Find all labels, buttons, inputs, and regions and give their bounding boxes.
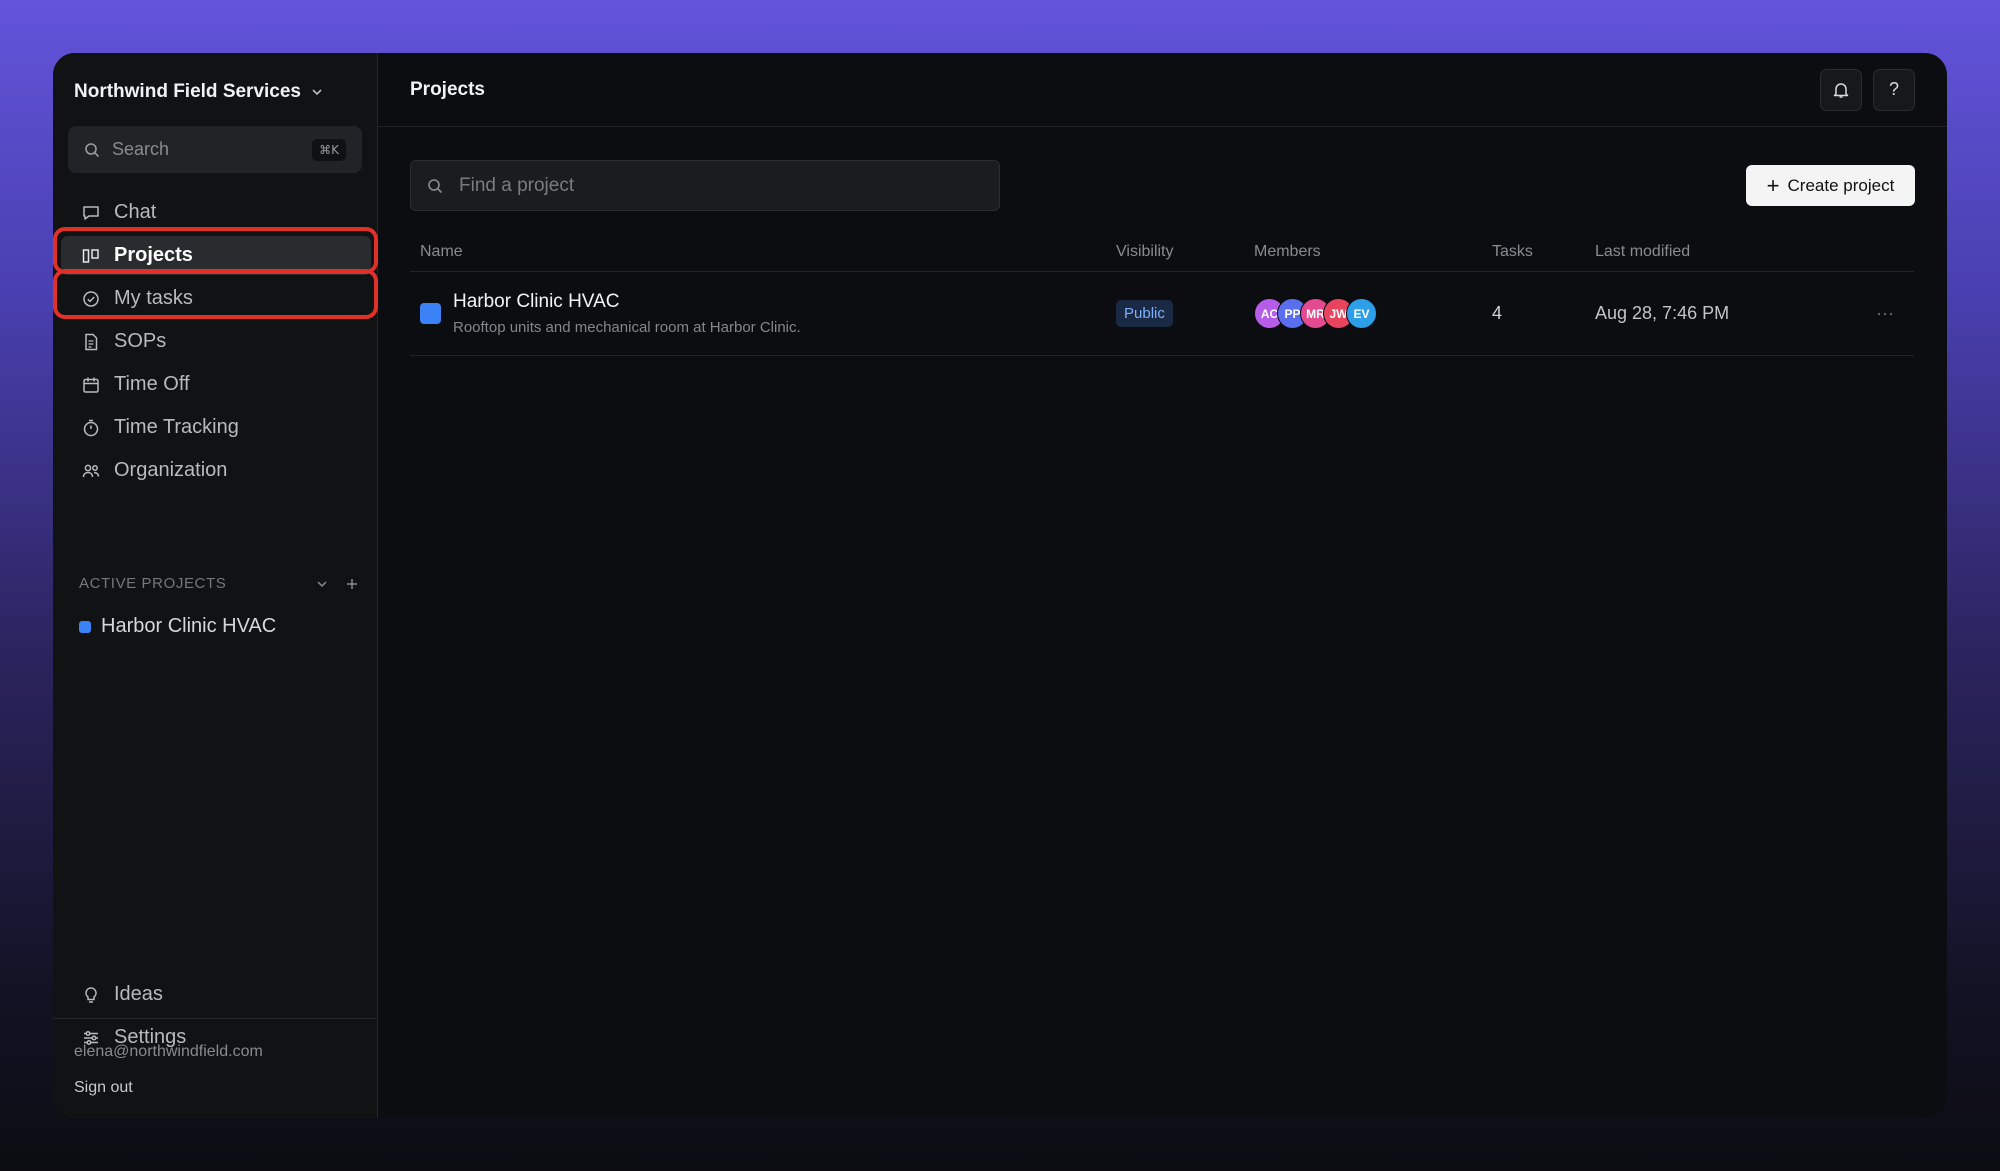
- document-icon: [85, 333, 98, 350]
- user-email: elena@northwindfield.com: [74, 1043, 263, 1060]
- sidebar-item-label: Organization: [114, 459, 228, 481]
- column-header-last-modified[interactable]: Last modified: [1595, 243, 1850, 261]
- sidebar-item-label: Projects: [114, 244, 193, 266]
- table-row[interactable]: Harbor Clinic HVAC Rooftop units and mec…: [410, 272, 1914, 356]
- members-cell: AC PP MR JW EV: [1254, 298, 1492, 329]
- sidebar-item-organization[interactable]: Organization: [61, 451, 371, 490]
- lightbulb-icon: [85, 986, 97, 1003]
- sidebar-item-projects[interactable]: Projects: [61, 236, 371, 275]
- notifications-button[interactable]: [1820, 68, 1862, 111]
- sidebar-item-label: SOPs: [114, 330, 167, 352]
- plus-icon: +: [1766, 172, 1780, 198]
- help-icon: ?: [1888, 79, 1899, 99]
- people-icon: [82, 464, 100, 477]
- column-header-name[interactable]: Name: [410, 243, 1116, 261]
- table-header: Name Visibility Members Tasks Last modif…: [410, 233, 1914, 272]
- page-title: Projects: [410, 78, 485, 100]
- main-content: Projects ? Find a project + Create proje…: [378, 53, 1947, 1118]
- stopwatch-icon: [83, 419, 99, 436]
- section-title: ACTIVE PROJECTS: [79, 575, 227, 592]
- column-header-visibility[interactable]: Visibility: [1116, 243, 1254, 261]
- plus-icon[interactable]: [345, 577, 359, 591]
- active-projects-header: ACTIVE PROJECTS: [79, 575, 359, 592]
- project-search-input[interactable]: Find a project: [410, 160, 1000, 211]
- sidebar-item-label: Ideas: [114, 983, 163, 1005]
- member-avatars[interactable]: AC PP MR JW EV: [1254, 298, 1492, 329]
- sidebar-item-my-tasks[interactable]: My tasks: [61, 279, 371, 318]
- board-icon: [82, 248, 99, 263]
- visibility-cell: Public: [1116, 300, 1254, 327]
- project-color-swatch: [420, 303, 441, 324]
- avatar: EV: [1346, 298, 1377, 329]
- row-actions-button[interactable]: ···: [1850, 303, 1914, 324]
- tasks-count: 4: [1492, 303, 1503, 323]
- last-modified: Aug 28, 7:46 PM: [1595, 303, 1730, 323]
- sidebar-item-time-tracking[interactable]: Time Tracking: [61, 408, 371, 447]
- shortcut-badge: ⌘K: [312, 138, 346, 161]
- search-icon: [85, 142, 100, 157]
- create-project-label: Create project: [1787, 175, 1895, 195]
- bell-icon: [1833, 82, 1849, 98]
- sidebar-item-label: Time Tracking: [114, 416, 239, 438]
- active-project-item[interactable]: Harbor Clinic HVAC: [79, 615, 276, 638]
- help-button[interactable]: ?: [1873, 68, 1915, 111]
- projects-table: Name Visibility Members Tasks Last modif…: [410, 233, 1914, 356]
- sidebar-item-label: Time Off: [114, 373, 190, 395]
- column-header-members[interactable]: Members: [1254, 243, 1492, 261]
- create-project-button[interactable]: + Create project: [1746, 165, 1915, 206]
- sidebar-item-ideas[interactable]: Ideas: [61, 975, 371, 1014]
- visibility-badge: Public: [1116, 300, 1173, 327]
- primary-nav: Chat Projects My tasks SOPs Time Off Tim…: [61, 193, 371, 494]
- top-bar: Projects ?: [378, 53, 1947, 127]
- sidebar: Northwind Field Services Search ⌘K Chat …: [53, 53, 378, 1118]
- sidebar-item-label: Chat: [114, 201, 157, 223]
- org-name: Northwind Field Services: [74, 81, 301, 102]
- sidebar-item-time-off[interactable]: Time Off: [61, 365, 371, 404]
- sidebar-footer: elena@northwindfield.com Sign out: [53, 1018, 378, 1118]
- chevron-down-icon: [312, 89, 322, 96]
- check-circle-icon: [83, 290, 99, 307]
- sign-out-link[interactable]: Sign out: [74, 1079, 357, 1097]
- chevron-down-icon[interactable]: [315, 577, 329, 591]
- project-name[interactable]: Harbor Clinic HVAC: [453, 291, 801, 313]
- column-header-tasks[interactable]: Tasks: [1492, 243, 1595, 261]
- sidebar-item-sops[interactable]: SOPs: [61, 322, 371, 361]
- project-name-cell: Harbor Clinic HVAC Rooftop units and mec…: [410, 291, 1116, 336]
- org-switcher[interactable]: Northwind Field Services: [74, 81, 323, 103]
- search-placeholder: Find a project: [459, 174, 575, 196]
- calendar-icon: [83, 377, 99, 393]
- sidebar-item-chat[interactable]: Chat: [61, 193, 371, 232]
- search-icon: [428, 178, 443, 193]
- active-project-label: Harbor Clinic HVAC: [101, 615, 277, 637]
- project-color-dot: [79, 620, 91, 633]
- sidebar-search[interactable]: Search ⌘K: [68, 126, 362, 173]
- search-label: Search: [112, 139, 170, 159]
- app-window: Northwind Field Services Search ⌘K Chat …: [53, 53, 1947, 1118]
- project-description: Rooftop units and mechanical room at Har…: [453, 319, 801, 336]
- sidebar-item-label: My tasks: [114, 287, 193, 309]
- chat-icon: [83, 205, 99, 220]
